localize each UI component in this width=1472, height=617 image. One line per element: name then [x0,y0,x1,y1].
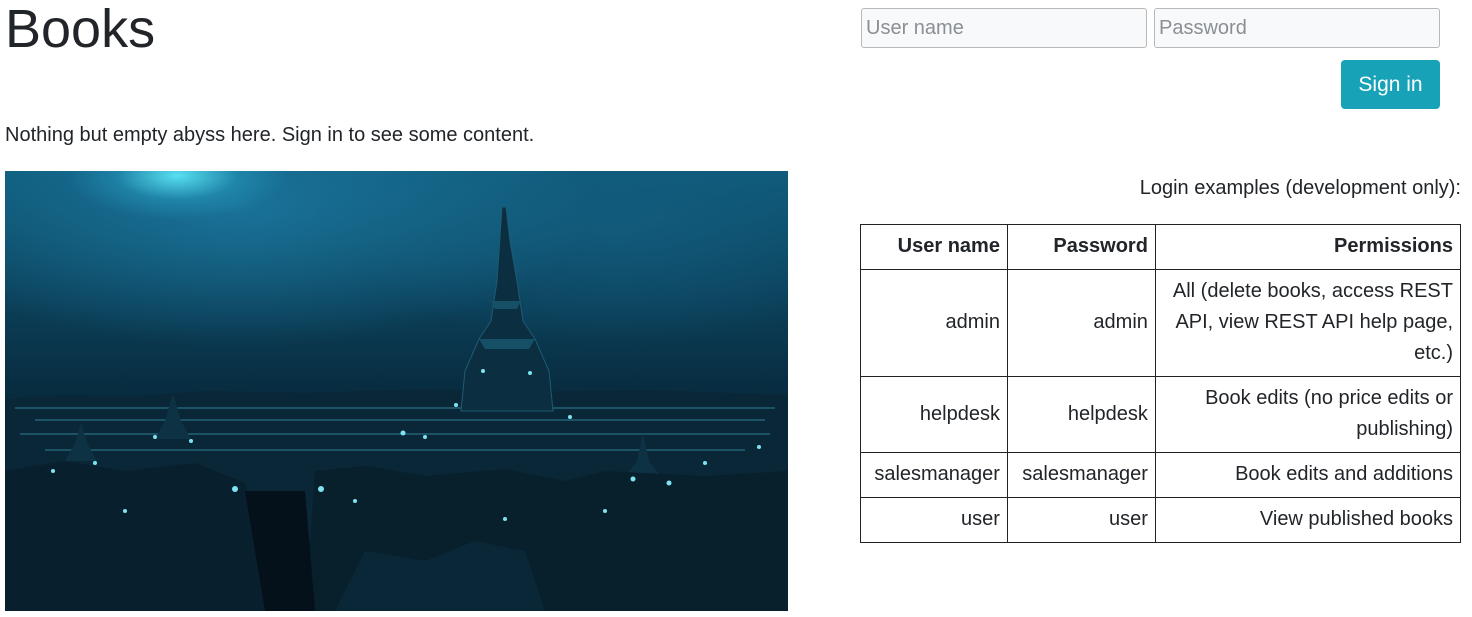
column-header-user-name: User name [860,224,1008,270]
table-row: user user View published books [860,497,1462,543]
cell-password: user [1006,497,1156,543]
login-examples-caption: Login examples (development only): [1139,177,1461,199]
cell-permissions: View published books [1154,497,1462,543]
sign-in-button[interactable]: Sign in [1341,60,1440,109]
cell-user-name: user [860,497,1008,543]
cell-permissions: Book edits (no price edits or publishing… [1154,376,1462,453]
table-header-row: User name Password Permissions [860,224,1462,270]
cell-user-name: helpdesk [860,376,1008,453]
column-header-password: Password [1006,224,1156,270]
cell-user-name: admin [860,269,1008,377]
cell-permissions: Book edits and additions [1154,452,1462,498]
cell-permissions: All (delete books, access REST API, view… [1154,269,1462,377]
cell-user-name: salesmanager [860,452,1008,498]
table-row: salesmanager salesmanager Book edits and… [860,452,1462,498]
table-row: admin admin All (delete books, access RE… [860,269,1462,377]
login-form: Sign in [860,8,1440,110]
column-header-permissions: Permissions [1154,224,1462,270]
cell-password: admin [1006,269,1156,377]
empty-content-message: Nothing but empty abyss here. Sign in to… [5,124,535,146]
username-input[interactable] [861,8,1147,48]
abyss-image [5,171,788,611]
page-title: Books [5,0,156,59]
login-examples-table: User name Password Permissions admin adm… [860,224,1462,543]
table-row: helpdesk helpdesk Book edits (no price e… [860,376,1462,453]
cell-password: helpdesk [1006,376,1156,453]
cell-password: salesmanager [1006,452,1156,498]
password-input[interactable] [1154,8,1440,48]
